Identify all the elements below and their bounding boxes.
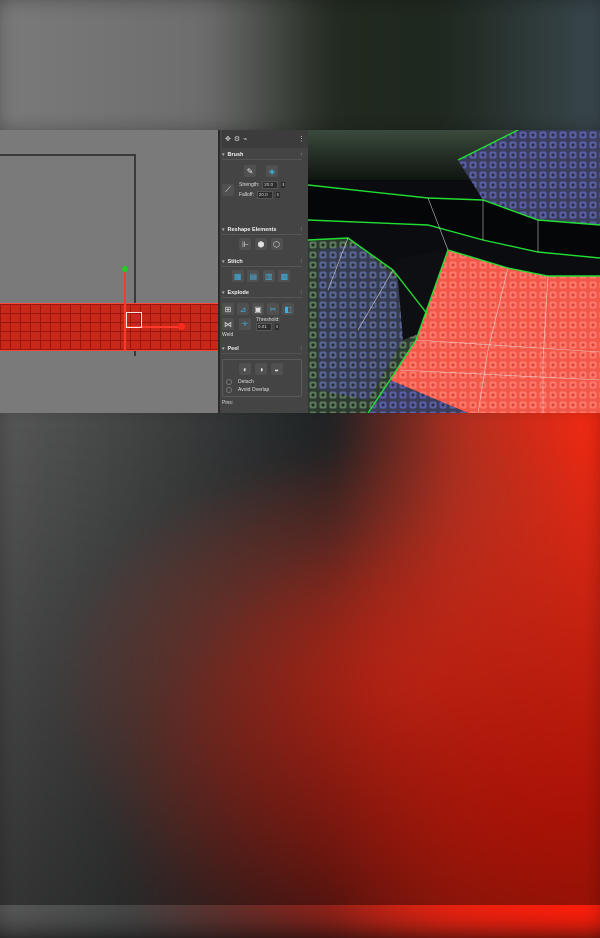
avoid-overlap-label: Avoid Overlap — [238, 387, 270, 393]
collapse-arrow-icon[interactable]: ▾ — [222, 259, 225, 265]
section-pin-icon[interactable]: ⁞ — [300, 290, 302, 296]
selected-uv-strip[interactable] — [0, 303, 218, 351]
pins-label: Pins: — [222, 400, 234, 406]
reshape-elements-title: Reshape Elements — [227, 226, 277, 233]
avoid-overlap-radio[interactable] — [226, 387, 232, 393]
break-icon[interactable]: ⊞ — [222, 303, 234, 315]
section-pin-icon[interactable]: ⁞ — [300, 152, 302, 158]
transform-gizmo-y-axis[interactable] — [124, 268, 126, 350]
explode-header[interactable]: ▾ Explode ⁞ — [222, 288, 302, 297]
stitch-to-average-icon[interactable]: ▤ — [247, 270, 260, 282]
stitch-custom-icon[interactable]: ▩ — [278, 270, 291, 282]
uv-mesh-render — [308, 130, 600, 413]
settings-icon[interactable]: ⚙ — [234, 135, 240, 143]
flatten-by-material-icon[interactable]: ✂ — [267, 303, 279, 315]
flatten-by-smoothing-icon[interactable]: ▣ — [252, 303, 264, 315]
relax-brush-icon[interactable]: ◈ — [266, 165, 278, 177]
uv-editor-viewport[interactable] — [0, 130, 218, 413]
blur-shade — [0, 405, 600, 905]
stitch-to-source-icon[interactable]: ▥ — [262, 270, 275, 282]
blurred-background-top — [0, 0, 600, 144]
uv-tools-panel: ✥ ⚙ ⌁ ⋮ ▾ Brush ⁞ ✎ ◈ ⟋ Strength: 20.0 ⬍… — [218, 130, 310, 413]
section-pin-icon[interactable]: ⁞ — [300, 227, 302, 233]
3d-model-viewport[interactable] — [308, 130, 600, 413]
falloff-label: Falloff: — [239, 192, 254, 198]
reshape-elements-header[interactable]: ▾ Reshape Elements ⁞ — [222, 225, 302, 234]
falloff-spinner-icon[interactable]: ⬍ — [275, 192, 280, 198]
explode-section: ▾ Explode ⁞ ⊞ ⊿ ▣ ✂ ◧ ⋈ ⟛ Threshold: 0.0… — [222, 288, 302, 338]
quick-peel-icon[interactable]: ◐ — [239, 363, 252, 375]
collapse-arrow-icon[interactable]: ▾ — [222, 346, 225, 352]
weld-target-icon[interactable]: ⟛ — [239, 318, 251, 330]
peel-options-group: ◐ ◑ ◒ Detach Avoid Overlap — [222, 359, 302, 397]
flatten-by-polygon-angle-icon[interactable]: ◧ — [282, 303, 294, 315]
relax-until-flat-icon[interactable]: ⬢ — [255, 238, 267, 250]
detach-radio[interactable] — [226, 379, 232, 385]
threshold-spinner-icon[interactable]: ⬍ — [275, 324, 279, 330]
collapse-arrow-icon[interactable]: ▾ — [222, 227, 225, 233]
panel-top-toolbar: ✥ ⚙ ⌁ ⋮ — [222, 130, 309, 148]
brush-section: ▾ Brush ⁞ ✎ ◈ ⟋ Strength: 20.0 ⬍ Falloff… — [222, 150, 302, 199]
strength-input[interactable]: 20.0 — [262, 181, 279, 189]
stitch-header[interactable]: ▾ Stitch ⁞ — [222, 257, 302, 266]
falloff-input[interactable]: 20.0 — [256, 191, 273, 199]
peel-title: Peel — [227, 345, 239, 352]
paint-brush-icon[interactable]: ✎ — [244, 165, 256, 177]
relax-icon[interactable]: ⬡ — [270, 238, 283, 250]
weld-label: Weld — [222, 332, 234, 338]
brush-title: Brush — [227, 151, 244, 158]
peel-mode-icon[interactable]: ◑ — [255, 363, 267, 375]
peel-section: ▾ Peel ⁞ ◐ ◑ ◒ Detach Avoid Overlap Pins… — [222, 344, 302, 406]
stitch-title: Stitch — [227, 258, 243, 265]
strength-spinner-icon[interactable]: ⬍ — [281, 182, 286, 188]
straighten-icon[interactable]: ⊩ — [239, 238, 252, 250]
snap-icon[interactable]: ✥ — [225, 135, 231, 143]
options-icon[interactable]: ⋮ — [298, 135, 305, 143]
transform-gizmo-x-handle[interactable] — [178, 323, 185, 330]
reset-peel-icon[interactable]: ◒ — [270, 363, 283, 375]
section-pin-icon[interactable]: ⁞ — [300, 259, 302, 265]
strength-label: Strength: — [239, 182, 260, 188]
threshold-input[interactable]: 0.01 — [256, 323, 272, 331]
brush-header[interactable]: ▾ Brush ⁞ — [222, 150, 302, 159]
pinch-brush-icon[interactable]: ⟋ — [222, 184, 234, 196]
collapse-arrow-icon[interactable]: ▾ — [222, 152, 225, 158]
screenshot-strip: ✥ ⚙ ⌁ ⋮ ▾ Brush ⁞ ✎ ◈ ⟋ Strength: 20.0 ⬍… — [0, 130, 600, 413]
transform-gizmo-y-handle[interactable] — [122, 266, 128, 272]
detach-edge-icon[interactable]: ⊿ — [237, 303, 249, 315]
transform-gizmo-center[interactable] — [126, 312, 142, 328]
explode-title: Explode — [227, 289, 249, 296]
stitch-to-target-icon[interactable]: ▦ — [231, 270, 244, 282]
weld-selected-icon[interactable]: ⋈ — [222, 318, 234, 330]
collapse-arrow-icon[interactable]: ▾ — [222, 290, 225, 296]
peel-header[interactable]: ▾ Peel ⁞ — [222, 344, 302, 353]
detach-label: Detach — [238, 379, 254, 385]
section-pin-icon[interactable]: ⁞ — [300, 346, 302, 352]
reshape-elements-section: ▾ Reshape Elements ⁞ ⊩ ⬢ ⬡ — [222, 225, 302, 250]
stitch-section: ▾ Stitch ⁞ ▦ ▤ ▥ ▩ — [222, 257, 302, 282]
pin-icon[interactable]: ⌁ — [243, 135, 247, 143]
